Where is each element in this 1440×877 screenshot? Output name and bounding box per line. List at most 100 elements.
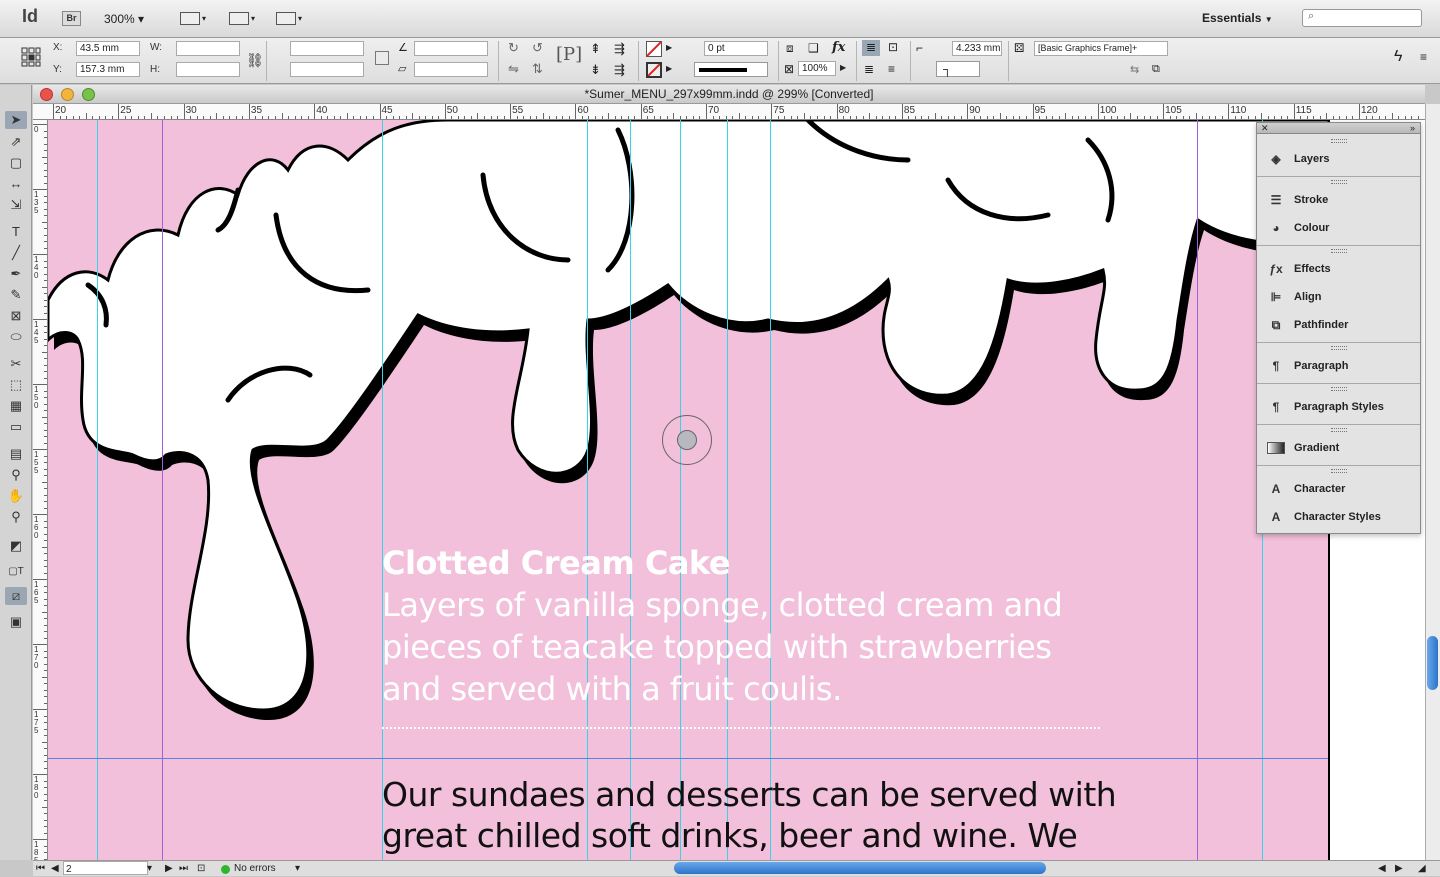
sundae-info-text[interactable]: Our sundaes and desserts can be served w…: [382, 774, 1142, 856]
opacity-field[interactable]: 100%: [798, 61, 836, 76]
apply-none-icon[interactable]: ⧄: [5, 587, 27, 605]
height-field[interactable]: [176, 62, 240, 77]
column-guide[interactable]: [587, 120, 588, 860]
fx-icon[interactable]: fx: [832, 40, 845, 55]
pen-tool-icon[interactable]: ✒: [5, 265, 27, 283]
horizontal-guide[interactable]: [48, 758, 1329, 759]
panel-group-grip[interactable]: [1331, 428, 1347, 432]
fill-swatch[interactable]: [646, 41, 662, 57]
column-guide[interactable]: [630, 120, 631, 860]
margin-guide[interactable]: [1197, 120, 1198, 860]
rotate-90-ccw-icon[interactable]: ↺: [532, 40, 543, 56]
stroke-align-inside-icon[interactable]: ⊡: [888, 40, 898, 54]
panel-item-align[interactable]: ⊫ Align: [1267, 286, 1417, 308]
column-guide[interactable]: [727, 120, 728, 860]
panel-group-grip[interactable]: [1331, 387, 1347, 391]
column-guide[interactable]: [382, 120, 383, 860]
workspace-switcher[interactable]: Essentials ▼: [1202, 11, 1273, 25]
clear-overrides-icon[interactable]: ⇆: [1130, 63, 1139, 76]
flip-vertical-icon[interactable]: ⇅: [532, 61, 543, 77]
pencil-tool-icon[interactable]: ✎: [5, 286, 27, 304]
close-window-icon[interactable]: [40, 88, 53, 101]
gradient-feather-tool-icon[interactable]: ▭: [5, 418, 27, 436]
eyedropper-tool-icon[interactable]: ⚲: [5, 466, 27, 484]
first-page-icon[interactable]: ⏮: [36, 861, 45, 876]
minimize-window-icon[interactable]: [61, 88, 74, 101]
zoom-tool-icon[interactable]: ⚲: [5, 508, 27, 526]
width-field[interactable]: [176, 41, 240, 56]
scroll-left-icon[interactable]: ◀: [1378, 861, 1386, 876]
panel-group-grip[interactable]: [1331, 249, 1347, 253]
corner-size-field[interactable]: 4.233 mm: [952, 41, 1002, 56]
panel-item-character-styles[interactable]: A Character Styles: [1267, 506, 1417, 528]
drop-shadow-icon[interactable]: ❑: [808, 41, 819, 55]
open-page-icon[interactable]: ⊡: [197, 861, 205, 876]
panel-group-grip[interactable]: [1331, 139, 1347, 143]
line-tool-icon[interactable]: ╱: [5, 244, 27, 262]
stroke-menu-arrow-icon[interactable]: ▶: [666, 64, 672, 73]
dock-header[interactable]: ✕ »: [1257, 123, 1420, 134]
panel-item-paragraph-styles[interactable]: ¶ Paragraph Styles: [1267, 396, 1417, 418]
vertical-scroll-thumb[interactable]: [1427, 636, 1438, 690]
preflight-status-text[interactable]: No errors: [234, 861, 276, 876]
select-content-icon[interactable]: ⇟: [590, 62, 601, 78]
menu-item-title[interactable]: Clotted Cream Cake: [382, 544, 731, 582]
y-position-field[interactable]: 157.3 mm: [76, 62, 140, 77]
stroke-type-dropdown[interactable]: [694, 62, 768, 77]
object-style-options-icon[interactable]: ⧉: [1152, 63, 1160, 76]
scale-y-field[interactable]: [290, 62, 364, 77]
next-page-icon[interactable]: ▶: [165, 861, 173, 876]
panel-item-colour[interactable]: ◕ Colour: [1267, 217, 1417, 239]
text-wrap-around-icon[interactable]: ≡: [888, 62, 895, 76]
panel-item-layers[interactable]: ◈ Layers: [1267, 148, 1417, 170]
select-next-object-icon[interactable]: ⇶: [614, 41, 625, 57]
panel-item-gradient[interactable]: Gradient: [1267, 437, 1417, 459]
panel-menu-icon[interactable]: ≡: [1420, 50, 1427, 64]
horizontal-ruler[interactable]: 20 25 30 35 40 45 50 55 60 65 70 75 80 85 90 95 100 105 11…: [33, 104, 1425, 120]
content-collector-icon[interactable]: ⇲: [5, 196, 27, 214]
shear-field[interactable]: [414, 62, 488, 77]
vertical-ruler[interactable]: 0 135 140 145 150 155 160 165 170 175 180 185: [33, 120, 48, 860]
screen-mode-icon[interactable]: ▣: [5, 613, 27, 631]
reference-point-icon[interactable]: [21, 47, 41, 67]
panel-item-effects[interactable]: ƒx Effects: [1267, 258, 1417, 280]
ellipse-tool-icon[interactable]: ⬭: [5, 328, 27, 346]
page-tool-icon[interactable]: ▢: [5, 154, 27, 172]
gap-tool-icon[interactable]: ↔: [5, 175, 27, 193]
panel-group-grip[interactable]: [1331, 346, 1347, 350]
help-search-input[interactable]: ⌕: [1302, 9, 1422, 27]
collapse-panels-icon[interactable]: »: [1410, 123, 1415, 133]
column-guide[interactable]: [97, 120, 98, 860]
panel-group-grip[interactable]: [1331, 180, 1347, 184]
gradient-swatch-tool-icon[interactable]: ▦: [5, 397, 27, 415]
corner-options-icon[interactable]: ⌐: [916, 41, 923, 55]
view-options-button[interactable]: ▾: [180, 10, 210, 28]
bridge-button[interactable]: Br: [62, 11, 81, 26]
frame-fitting-icon[interactable]: ⧈: [786, 41, 794, 56]
panel-item-stroke[interactable]: ☰ Stroke: [1267, 189, 1417, 211]
margin-guide[interactable]: [162, 120, 163, 860]
object-style-dropdown[interactable]: [Basic Graphics Frame]+: [1034, 41, 1168, 56]
scissors-tool-icon[interactable]: ✂: [5, 355, 27, 373]
resize-handle-icon[interactable]: ◢: [1418, 861, 1426, 876]
close-icon[interactable]: ✕: [1261, 123, 1269, 133]
last-page-icon[interactable]: ⏭: [179, 861, 188, 876]
free-transform-tool-icon[interactable]: ⬚: [5, 376, 27, 394]
flip-horizontal-icon[interactable]: ⇋: [508, 61, 519, 77]
type-tool-icon[interactable]: T: [5, 223, 27, 241]
fill-stroke-swatch-icon[interactable]: ◩: [5, 537, 27, 555]
menu-item-description[interactable]: Layers of vanilla sponge, clotted cream …: [382, 584, 1102, 710]
lightning-icon[interactable]: ϟ: [1394, 48, 1402, 66]
formatting-affects-container-icon[interactable]: ▢T: [5, 563, 27, 581]
constrain-scale-icon[interactable]: [375, 51, 389, 65]
column-guide[interactable]: [770, 120, 771, 860]
rotation-field[interactable]: [414, 41, 488, 56]
page-number-field[interactable]: 2: [63, 861, 148, 875]
select-previous-object-icon[interactable]: ⇶: [614, 62, 625, 78]
note-tool-icon[interactable]: ▤: [5, 445, 27, 463]
arrange-documents-button[interactable]: ▾: [276, 10, 306, 28]
horizontal-scroll-thumb[interactable]: [674, 862, 1046, 874]
document-canvas[interactable]: Clotted Cream Cake Layers of vanilla spo…: [48, 120, 1425, 860]
stroke-swatch[interactable]: [646, 62, 662, 78]
page-dropdown-chevron-icon[interactable]: ▾: [147, 861, 152, 876]
